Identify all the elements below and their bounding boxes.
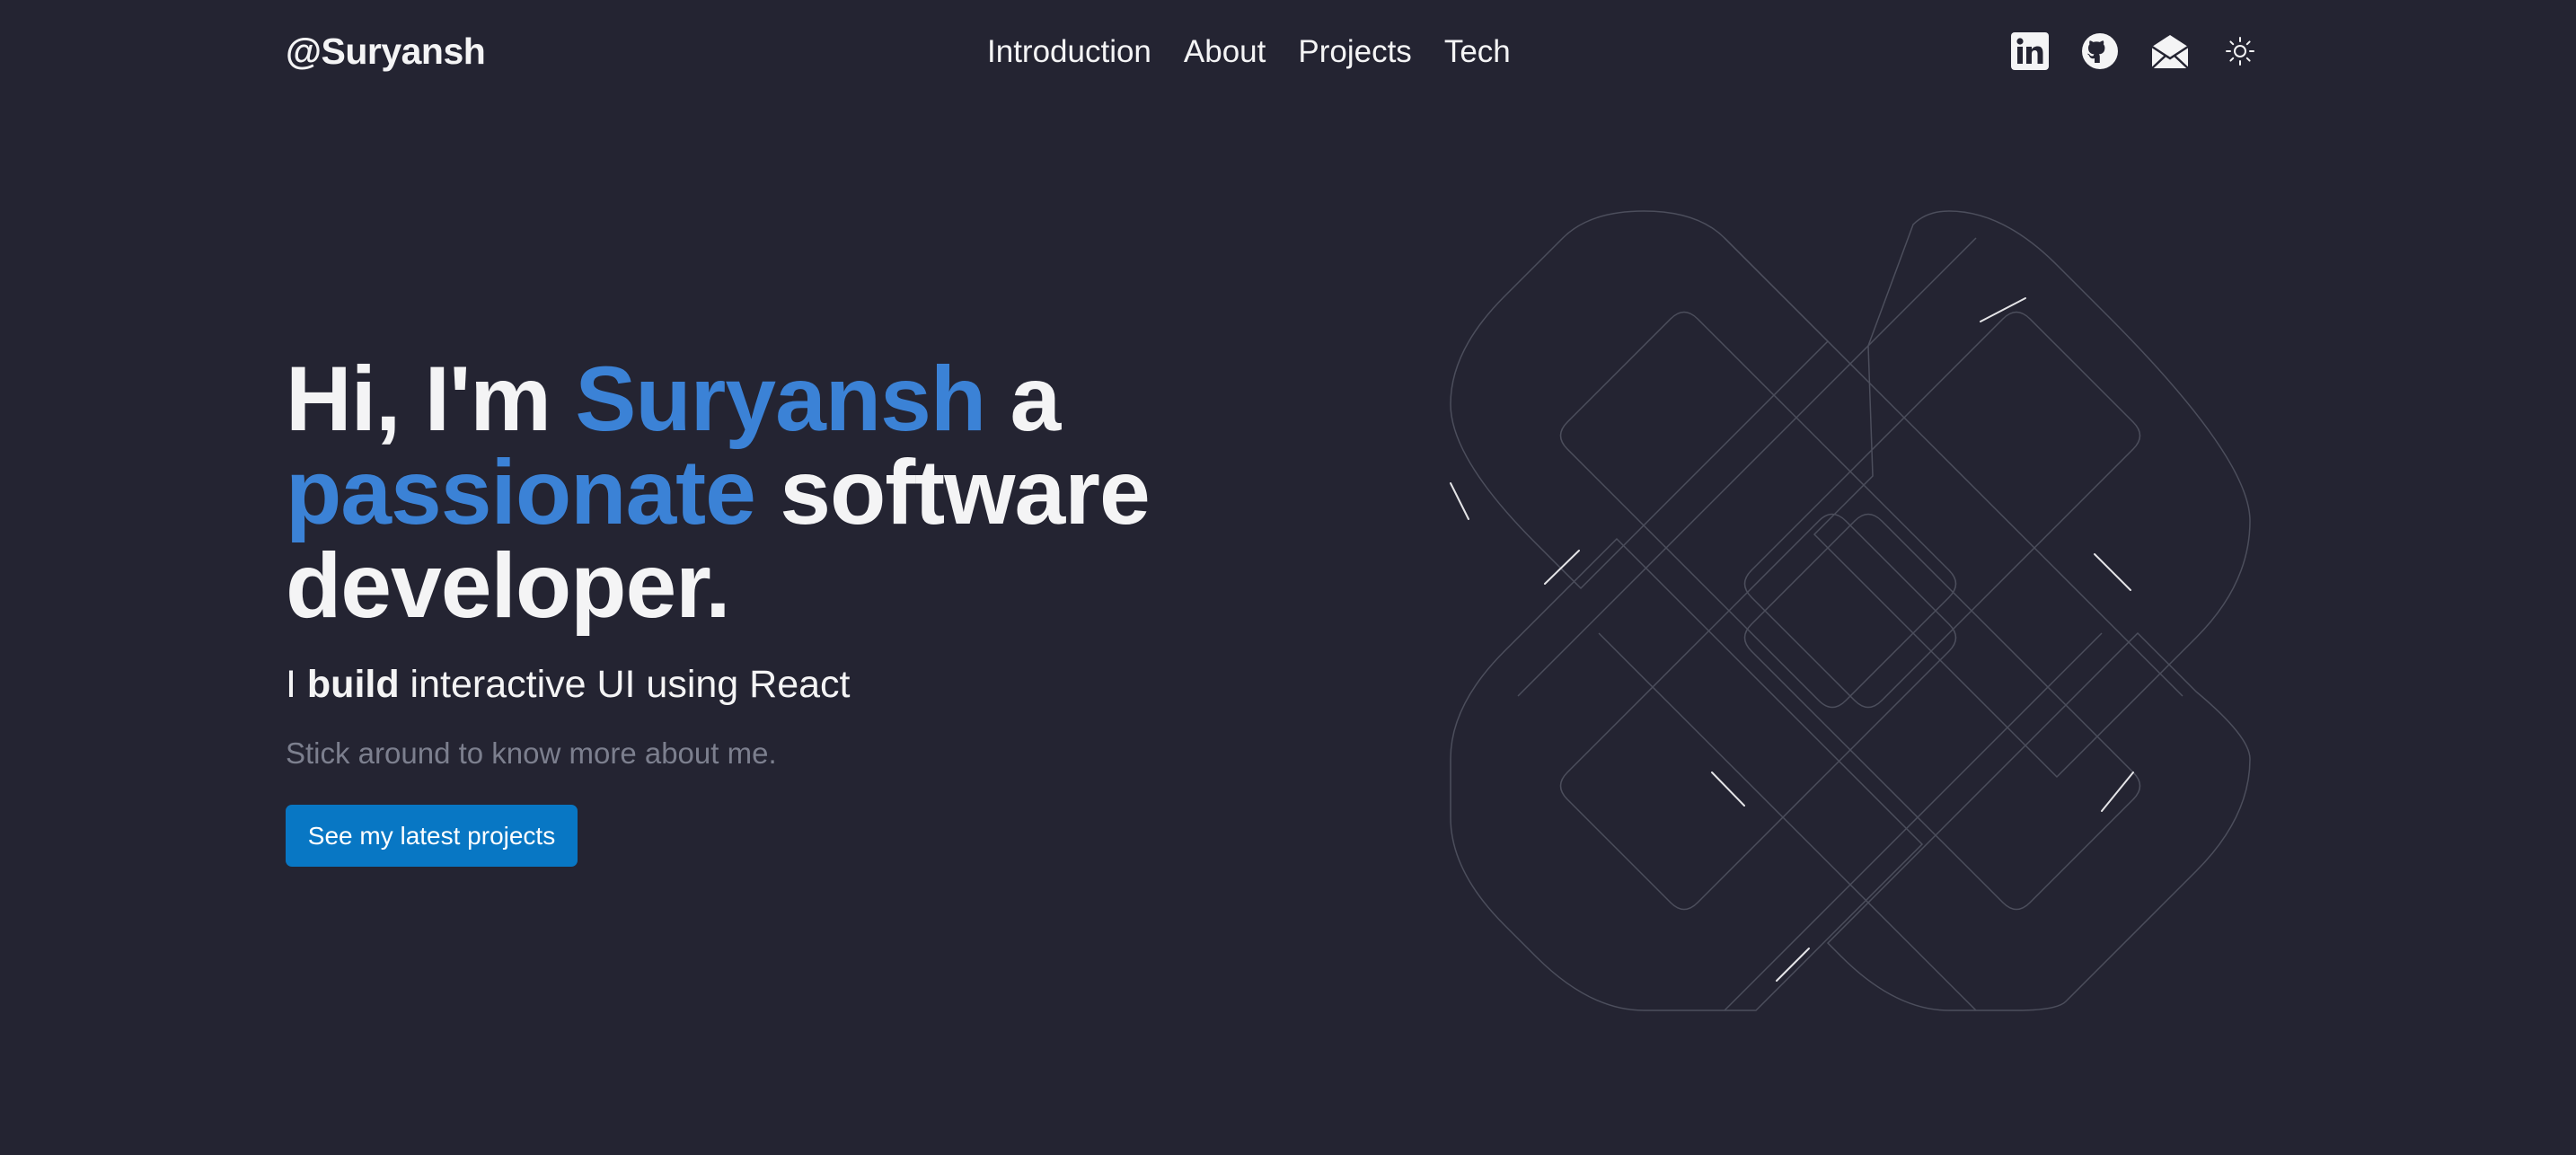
hero-title: Hi, I'm Suryansh a passionate software d… — [286, 352, 1274, 632]
see-projects-button[interactable]: See my latest projects — [286, 805, 578, 867]
graphic-shape — [1559, 513, 1957, 911]
github-icon[interactable] — [2079, 31, 2121, 72]
graphic-shape — [1450, 537, 1924, 1011]
hero-title-text: Hi, I'm — [286, 348, 576, 450]
main-nav: Introduction About Projects Tech — [987, 34, 1511, 70]
graphic-shape — [1450, 210, 1830, 590]
site-logo[interactable]: @Suryansh — [286, 31, 486, 73]
graphic-shape — [1743, 311, 2141, 709]
hero-title-name: Suryansh — [575, 348, 986, 450]
nav-link-introduction[interactable]: Introduction — [987, 34, 1151, 70]
graphic-shape — [1743, 513, 2141, 911]
hero-subtitle: I build interactive UI using React — [286, 663, 851, 707]
page: @Suryansh Introduction About Projects Te… — [0, 0, 2576, 1155]
graphic-line — [1598, 632, 1977, 1011]
hero-subtitle-text: interactive UI using React — [399, 663, 851, 706]
graphic-shape — [1826, 631, 2251, 1011]
hero-title-text: a — [985, 348, 1061, 450]
nav-link-about[interactable]: About — [1184, 34, 1266, 70]
nav-link-projects[interactable]: Projects — [1298, 34, 1411, 70]
graphic-spark — [2101, 771, 2134, 812]
sun-icon — [2226, 37, 2254, 66]
graphic-line — [1724, 632, 2103, 1011]
graphic-spark — [2094, 553, 2131, 591]
theme-toggle[interactable] — [2219, 31, 2261, 72]
linkedin-icon[interactable] — [2009, 31, 2051, 72]
hero-subtitle-bold: build — [306, 663, 400, 706]
hero-graphic — [1450, 210, 2251, 1011]
hero-subtitle-text: I — [286, 663, 307, 706]
hero-title-accent: passionate — [286, 441, 756, 543]
hero-note: Stick around to know more about me. — [286, 736, 777, 770]
social-icons — [2009, 31, 2261, 72]
mail-icon[interactable] — [2149, 31, 2191, 72]
graphic-line — [1724, 237, 2183, 697]
graphic-shape — [1813, 210, 2251, 779]
nav-link-tech[interactable]: Tech — [1444, 34, 1511, 70]
graphic-spark — [1711, 771, 1745, 807]
graphic-spark — [1544, 550, 1580, 585]
graphic-spark — [1450, 482, 1469, 520]
graphic-shape — [1559, 311, 1957, 709]
